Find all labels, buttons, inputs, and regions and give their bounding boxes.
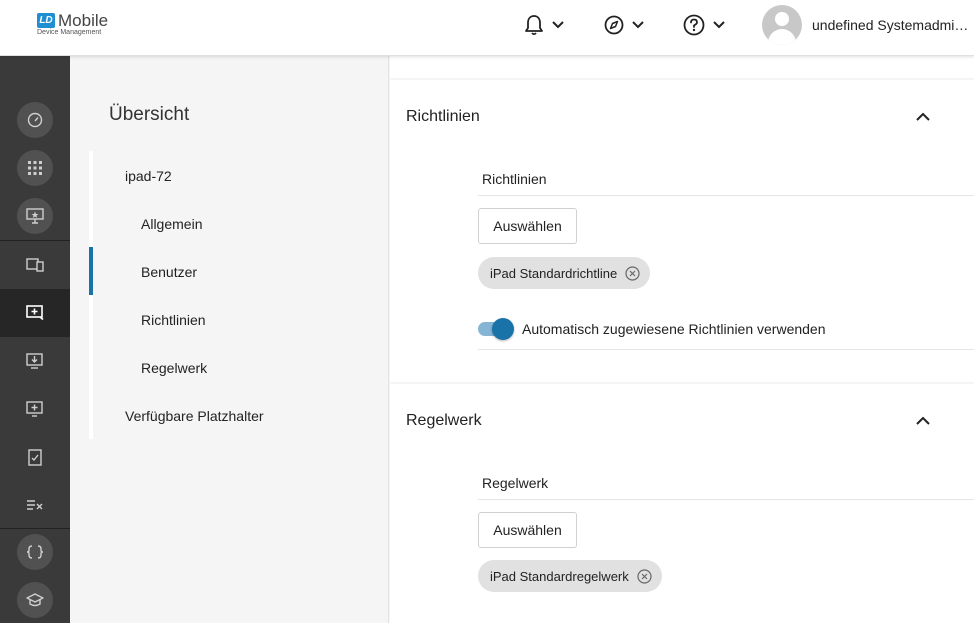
auto-policies-label: Automatisch zugewiesene Richtlinien verw… xyxy=(522,321,826,337)
field-label-richtlinien: Richtlinien xyxy=(482,171,547,187)
monitor-download-icon xyxy=(26,353,43,369)
chevron-down-icon xyxy=(632,21,644,29)
speedometer-icon xyxy=(27,112,43,128)
nav-training[interactable] xyxy=(0,576,70,623)
overview-track xyxy=(89,151,93,439)
chevron-down-icon xyxy=(713,21,725,29)
overview-item-device[interactable]: ipad-72 xyxy=(125,168,172,184)
ruleset-chip: iPad Standardregelwerk xyxy=(478,560,662,592)
overview-item-allgemein[interactable]: Allgemein xyxy=(141,216,202,232)
section-title-regelwerk: Regelwerk xyxy=(406,412,482,429)
section-title-richtlinien: Richtlinien xyxy=(406,108,480,125)
devices-icon xyxy=(26,258,44,272)
remove-chip-icon[interactable] xyxy=(625,265,640,281)
help-menu[interactable] xyxy=(683,12,725,38)
clipboard-check-icon xyxy=(28,449,42,466)
logo-subtitle: Device Management xyxy=(37,29,102,36)
app-header: LD Mobile Device Management undefined Sy… xyxy=(0,0,974,56)
select-richtlinien-button[interactable]: Auswählen xyxy=(478,208,577,244)
auto-policies-toggle[interactable] xyxy=(478,318,514,340)
app-logo[interactable]: LD Mobile Device Management xyxy=(37,11,127,44)
field-label-regelwerk: Regelwerk xyxy=(482,475,549,491)
list-check-icon xyxy=(27,500,43,510)
overview-item-benutzer[interactable]: Benutzer xyxy=(141,264,197,280)
avatar xyxy=(762,5,802,45)
monitor-add-icon xyxy=(26,401,43,417)
logo-title: Mobile xyxy=(58,11,109,30)
braces-icon xyxy=(27,545,43,559)
content-area: Richtlinien Richtlinien Auswählen iPad S… xyxy=(388,56,974,623)
graduation-cap-icon xyxy=(26,593,44,607)
overview-item-platzhalter[interactable]: Verfügbare Platzhalter xyxy=(125,408,264,424)
select-regelwerk-button[interactable]: Auswählen xyxy=(478,512,577,548)
overview-active-indicator xyxy=(89,247,93,295)
section-regelwerk: Regelwerk Regelwerk Auswählen iPad Stand… xyxy=(390,384,974,623)
nav-apps[interactable] xyxy=(0,144,70,192)
policy-chip: iPad Standardrichtline xyxy=(478,257,651,289)
previous-section-card xyxy=(390,56,974,78)
field-divider xyxy=(478,195,974,196)
overview-title: Übersicht xyxy=(109,104,190,125)
chevron-up-icon[interactable] xyxy=(916,416,930,425)
compass-icon xyxy=(604,15,624,35)
logo-badge: LD xyxy=(37,13,55,28)
monitor-plus-icon xyxy=(26,305,44,321)
policy-chip-label: iPad Standardrichtline xyxy=(490,265,618,281)
section-richtlinien: Richtlinien Richtlinien Auswählen iPad S… xyxy=(390,80,974,382)
field-divider xyxy=(478,499,974,500)
field-divider xyxy=(478,349,974,350)
help-icon xyxy=(683,14,705,36)
monitor-star-icon xyxy=(26,208,44,224)
left-nav-rail xyxy=(0,56,70,623)
remove-chip-icon[interactable] xyxy=(637,568,652,584)
ruleset-chip-label: iPad Standardregelwerk xyxy=(490,568,629,584)
nav-checklist[interactable] xyxy=(0,481,70,529)
chevron-up-icon[interactable] xyxy=(916,112,930,121)
nav-devices-settings[interactable] xyxy=(0,192,70,240)
nav-dashboard[interactable] xyxy=(0,96,70,144)
nav-tasks[interactable] xyxy=(0,433,70,481)
nav-add-device[interactable] xyxy=(0,385,70,433)
nav-devices[interactable] xyxy=(0,289,70,337)
chevron-down-icon xyxy=(552,21,564,29)
user-name: undefined Systemadmi… xyxy=(812,17,969,33)
user-menu[interactable]: undefined Systemadmi… xyxy=(762,4,968,46)
nav-device-groups[interactable] xyxy=(0,241,70,289)
overview-item-richtlinien[interactable]: Richtlinien xyxy=(141,312,206,328)
bell-icon xyxy=(525,15,543,36)
nav-installations[interactable] xyxy=(0,337,70,385)
overview-item-regelwerk[interactable]: Regelwerk xyxy=(141,360,207,376)
notifications-menu[interactable] xyxy=(524,12,564,38)
nav-scripts[interactable] xyxy=(0,528,70,576)
grid-icon xyxy=(28,161,42,175)
explore-menu[interactable] xyxy=(604,12,644,38)
overview-panel: Übersicht ipad-72 Allgemein Benutzer Ric… xyxy=(70,56,388,623)
